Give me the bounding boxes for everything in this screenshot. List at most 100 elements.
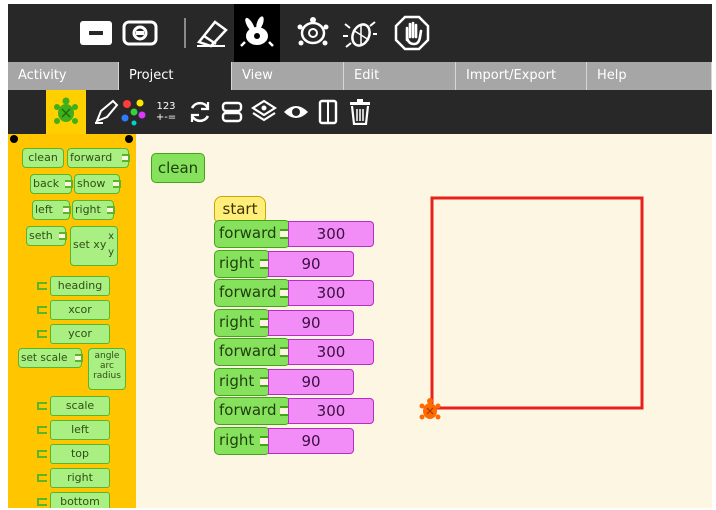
scale-plug (37, 402, 47, 410)
program-step-label: right (219, 313, 255, 331)
turtle-sprite[interactable] (417, 397, 443, 423)
sensors-palette-icon[interactable] (280, 94, 312, 130)
palette-left-label: left (35, 203, 53, 216)
tab-strip: Activity Project View Edit Import/Export… (8, 62, 712, 90)
program-number-block[interactable]: 300 (288, 339, 374, 365)
right-socket (107, 206, 115, 214)
program-step-label: forward (219, 283, 277, 301)
palette-heading-block[interactable]: heading (37, 276, 110, 296)
palette-right-edge-label: right (67, 471, 93, 484)
run-fast-icon[interactable] (237, 12, 277, 54)
program-right-block[interactable]: right (214, 250, 270, 278)
program-right-block[interactable]: right (214, 368, 270, 396)
palette-setscale-label: set scale (21, 352, 68, 364)
palette-show-block[interactable]: show (74, 174, 121, 194)
arc-radius-label: radius (93, 371, 121, 381)
palette-setxy-block[interactable]: set xy x y (70, 226, 118, 266)
project-toolbar: 123 +-= (8, 90, 712, 134)
right-edge-plug (37, 474, 47, 482)
palette-setscale-block[interactable]: set scale (18, 348, 83, 368)
trash-icon[interactable] (344, 94, 376, 130)
tab-activity[interactable]: Activity (8, 62, 119, 90)
program-forward-block[interactable]: forward (214, 397, 290, 425)
program-number-block[interactable]: 300 (288, 398, 374, 424)
eraser-icon[interactable] (192, 12, 232, 54)
palette-xcor-block[interactable]: xcor (37, 300, 110, 320)
tab-import-export[interactable]: Import/Export (456, 62, 587, 90)
turtle-canvas[interactable]: clean start forward 300 right 90 forward 300 r… (136, 134, 712, 508)
palette-left-edge-label: left (71, 423, 89, 436)
palette-resize-handle-left[interactable] (10, 135, 18, 143)
program-number-block[interactable]: 90 (268, 428, 354, 454)
palette-show-label: show (77, 177, 106, 190)
program-forward-block[interactable]: forward (214, 279, 290, 307)
numbers-icon-top: 123 (156, 101, 176, 112)
canvas-clean-block[interactable]: clean (151, 153, 205, 183)
program-number-block[interactable]: 300 (288, 221, 374, 247)
media-palette-icon[interactable] (312, 94, 344, 130)
main-toolbar (8, 4, 712, 62)
toolbar-separator (184, 18, 186, 48)
show-socket (113, 180, 121, 188)
program-step-label: right (219, 254, 255, 272)
palette-forward-block[interactable]: forward (67, 148, 130, 168)
palette-left-block[interactable]: left (32, 200, 71, 220)
palette-scale-block[interactable]: scale (37, 396, 110, 416)
palette-bottom-block[interactable]: bottom (37, 492, 110, 508)
palette-xcor-label: xcor (68, 303, 92, 316)
seth-socket (59, 232, 67, 240)
canvas-clean-label: clean (157, 159, 199, 177)
extras-palette-icon[interactable] (248, 94, 280, 130)
setxy-y-label: y (108, 247, 114, 258)
palette-ycor-block[interactable]: ycor (37, 324, 110, 344)
forward-socket (122, 154, 130, 162)
arc-angle-label: angle (94, 351, 120, 361)
tab-view[interactable]: View (232, 62, 344, 90)
debug-bug-icon[interactable] (340, 12, 380, 54)
program-right-block[interactable]: right (214, 427, 270, 455)
program-number-block[interactable]: 90 (268, 251, 354, 277)
palette-right-block[interactable]: right (72, 200, 115, 220)
palette-seth-label: seth (29, 229, 53, 242)
arc-arc-label: arc (100, 361, 114, 371)
program-forward-block[interactable]: forward (214, 338, 290, 366)
program-right-block[interactable]: right (214, 309, 270, 337)
stop-hand-icon[interactable] (392, 12, 432, 54)
numbers-palette-icon[interactable]: 123 +-= (150, 94, 182, 130)
palette-back-block[interactable]: back (30, 174, 73, 194)
palette-clean-block[interactable]: clean (22, 148, 64, 168)
run-slow-icon[interactable] (293, 12, 333, 54)
palette-top-block[interactable]: top (37, 444, 110, 464)
heading-plug (37, 282, 47, 290)
colors-palette-icon[interactable] (118, 94, 150, 130)
palette-setxy-label: set xy (73, 238, 107, 251)
flow-palette-icon[interactable] (184, 94, 216, 130)
camera-icon[interactable] (120, 12, 160, 54)
program-forward-block[interactable]: forward (214, 220, 290, 248)
palette-heading-label: heading (57, 279, 103, 292)
palette-bottom-label: bottom (60, 495, 100, 508)
bottom-plug (37, 498, 47, 506)
left-edge-plug (37, 426, 47, 434)
palette-ycor-label: ycor (68, 327, 92, 340)
palette-resize-handle-right[interactable] (125, 135, 133, 143)
tab-edit[interactable]: Edit (344, 62, 456, 90)
turtle-block-palette: clean forward back show left right seth … (8, 134, 136, 508)
palette-arc-block[interactable]: angle arc radius (88, 348, 126, 390)
tab-project[interactable]: Project (119, 62, 232, 90)
program-step-label: forward (219, 342, 277, 360)
program-step-label: forward (219, 401, 277, 419)
program-number-block[interactable]: 300 (288, 280, 374, 306)
turtle-palette-icon[interactable] (50, 94, 82, 130)
start-block[interactable]: start (214, 196, 266, 222)
palette-seth-block[interactable]: seth (26, 226, 67, 246)
ycor-plug (37, 330, 47, 338)
palette-left-edge-block[interactable]: left (37, 420, 110, 440)
blocks-palette-icon[interactable] (216, 94, 248, 130)
palette-right-edge-block[interactable]: right (37, 468, 110, 488)
stop-fullscreen-icon[interactable] (76, 12, 116, 54)
program-number-block[interactable]: 90 (268, 369, 354, 395)
tab-help[interactable]: Help (587, 62, 712, 90)
left-socket (63, 206, 71, 214)
program-number-block[interactable]: 90 (268, 310, 354, 336)
